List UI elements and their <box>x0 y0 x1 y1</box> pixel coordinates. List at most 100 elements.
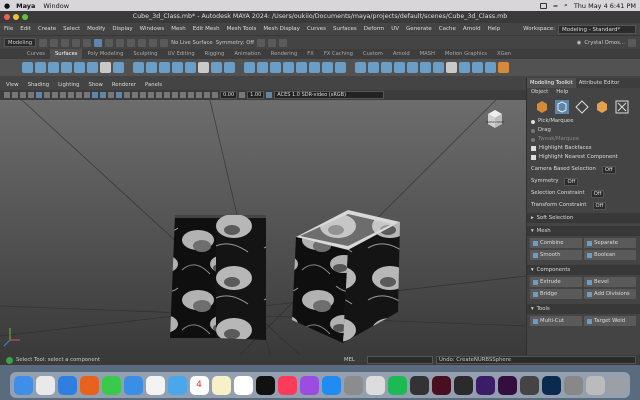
menu-cache[interactable]: Cache <box>439 26 456 32</box>
premiere-icon[interactable] <box>475 375 495 395</box>
ipr-render-icon[interactable] <box>268 38 277 47</box>
shelf-tab-rendering[interactable]: Rendering <box>266 49 303 59</box>
panel-menu-view[interactable]: View <box>6 82 19 88</box>
highlight-nearest-checkbox[interactable] <box>531 155 536 160</box>
preview-icon[interactable] <box>563 375 583 395</box>
nurbs-plane-icon[interactable] <box>74 62 85 73</box>
menu-deform[interactable]: Deform <box>364 26 384 32</box>
shelf-tab-surfaces[interactable]: Surfaces <box>50 49 83 59</box>
reverse-icon[interactable] <box>420 62 431 73</box>
panel-menu-renderer[interactable]: Renderer <box>112 82 136 88</box>
photoshop-icon[interactable] <box>541 375 561 395</box>
finder-icon[interactable] <box>13 375 33 395</box>
launchpad-icon[interactable] <box>35 375 55 395</box>
photos-icon[interactable] <box>145 375 165 395</box>
tweak-marquee-radio[interactable] <box>531 137 535 142</box>
command-input[interactable] <box>367 356 433 364</box>
menu-modify[interactable]: Modify <box>87 26 105 32</box>
textured-icon[interactable] <box>116 92 122 98</box>
reminders-icon[interactable] <box>233 375 253 395</box>
xray-active-icon[interactable] <box>188 92 194 98</box>
view-cube[interactable]: PERSP-FRONT <box>484 108 506 130</box>
bookmarks-icon[interactable] <box>20 92 26 98</box>
symmetry-dropdown[interactable]: Off <box>564 177 579 186</box>
align-surfaces-icon[interactable] <box>335 62 346 73</box>
select-by-hierarchy-icon[interactable] <box>94 38 103 47</box>
transform-constraint-dropdown[interactable]: Off <box>592 201 607 210</box>
tab-attribute-editor[interactable]: Attribute Editor <box>576 78 623 88</box>
separate-button[interactable]: Separate <box>584 238 636 248</box>
offset-icon[interactable] <box>394 62 405 73</box>
menu-file[interactable]: File <box>4 26 13 32</box>
shelf-tab-custom[interactable]: Custom <box>358 49 388 59</box>
grid-icon[interactable] <box>36 92 42 98</box>
stitch-icon[interactable] <box>459 62 470 73</box>
maya-icon[interactable] <box>409 375 429 395</box>
highlight-backfaces-option[interactable]: Highlight Backfaces <box>527 144 640 153</box>
exposure-field[interactable]: 0.00 <box>220 91 238 99</box>
resolution-gate-icon[interactable] <box>52 92 58 98</box>
cube-left[interactable] <box>170 215 266 340</box>
open-scene-icon[interactable] <box>50 38 59 47</box>
magnet-icon[interactable] <box>160 38 169 47</box>
menu-surfaces[interactable]: Surfaces <box>333 26 357 32</box>
render-settings-icon[interactable] <box>279 38 288 47</box>
gate-mask-icon[interactable] <box>60 92 66 98</box>
backface-culling-icon[interactable] <box>204 92 210 98</box>
menu-mesh-tools[interactable]: Mesh Tools <box>227 26 257 32</box>
snap-curve-icon[interactable] <box>138 38 147 47</box>
spotlight-icon[interactable]: ⌕ <box>564 1 568 10</box>
planar-icon[interactable] <box>159 62 170 73</box>
battery-icon[interactable] <box>539 2 547 9</box>
facetime-icon[interactable] <box>167 375 187 395</box>
fillet-icon[interactable] <box>472 62 483 73</box>
nurbs-cone-icon[interactable] <box>61 62 72 73</box>
anti-aliasing-icon[interactable] <box>156 92 162 98</box>
user-icon[interactable]: ◉ <box>577 40 582 46</box>
drag-option[interactable]: Drag <box>527 126 640 135</box>
menu-generate[interactable]: Generate <box>406 26 432 32</box>
camera-based-dropdown[interactable]: Off <box>601 165 616 174</box>
menu-windows[interactable]: Windows <box>140 26 165 32</box>
snap-grid-icon[interactable] <box>127 38 136 47</box>
panel-menu-shading[interactable]: Shading <box>28 82 50 88</box>
save-scene-icon[interactable] <box>61 38 70 47</box>
gamma-icon[interactable] <box>239 92 246 98</box>
selection-constraint-dropdown[interactable]: Off <box>590 189 605 198</box>
boolean-button[interactable]: Boolean <box>584 250 636 260</box>
shelf-tab-xgen[interactable]: XGen <box>492 49 516 59</box>
multi-component-icon[interactable] <box>615 100 629 114</box>
vertex-mode-icon[interactable] <box>555 100 569 114</box>
add-divisions-button[interactable]: Add Divisions <box>584 289 636 299</box>
menu-edit[interactable]: Edit <box>20 26 31 32</box>
podcasts-icon[interactable] <box>299 375 319 395</box>
shelf-tab-mash[interactable]: MASH <box>415 49 440 59</box>
detach-surfaces-icon[interactable] <box>322 62 333 73</box>
wireframe-on-shaded-icon[interactable] <box>108 92 114 98</box>
multi-cut-button[interactable]: Multi-Cut <box>530 316 582 326</box>
edge-mode-icon[interactable] <box>575 100 589 114</box>
select-by-object-icon[interactable] <box>105 38 114 47</box>
panel-menu-show[interactable]: Show <box>89 82 103 88</box>
live-surface-label[interactable]: No Live Surface <box>171 40 213 46</box>
menu-help[interactable]: Help <box>488 26 501 32</box>
shelf-tab-curves[interactable]: Curves <box>22 49 50 59</box>
depth-of-field-icon[interactable] <box>164 92 170 98</box>
system-settings-icon[interactable] <box>343 375 363 395</box>
clock[interactable]: Thu May 4 6:41 PM <box>574 2 636 10</box>
mac-menu-window[interactable]: Window <box>43 2 69 10</box>
select-camera-icon[interactable] <box>4 92 10 98</box>
close-window-button[interactable] <box>4 14 10 20</box>
smooth-shade-icon[interactable] <box>100 92 106 98</box>
messages-icon[interactable] <box>101 375 121 395</box>
nurbs-circle-icon[interactable] <box>100 62 111 73</box>
shelf-tab-arnold[interactable]: Arnold <box>388 49 415 59</box>
mail-icon[interactable] <box>123 375 143 395</box>
open-close-icon[interactable] <box>355 62 366 73</box>
use-all-lights-icon[interactable] <box>124 92 130 98</box>
object-mode-icon[interactable] <box>535 100 549 114</box>
mesh-section[interactable]: ▾ Mesh <box>527 226 640 236</box>
trash-icon[interactable] <box>607 375 627 395</box>
target-weld-button[interactable]: Target Weld <box>584 316 636 326</box>
app-menu-maya[interactable]: Maya <box>16 2 35 10</box>
